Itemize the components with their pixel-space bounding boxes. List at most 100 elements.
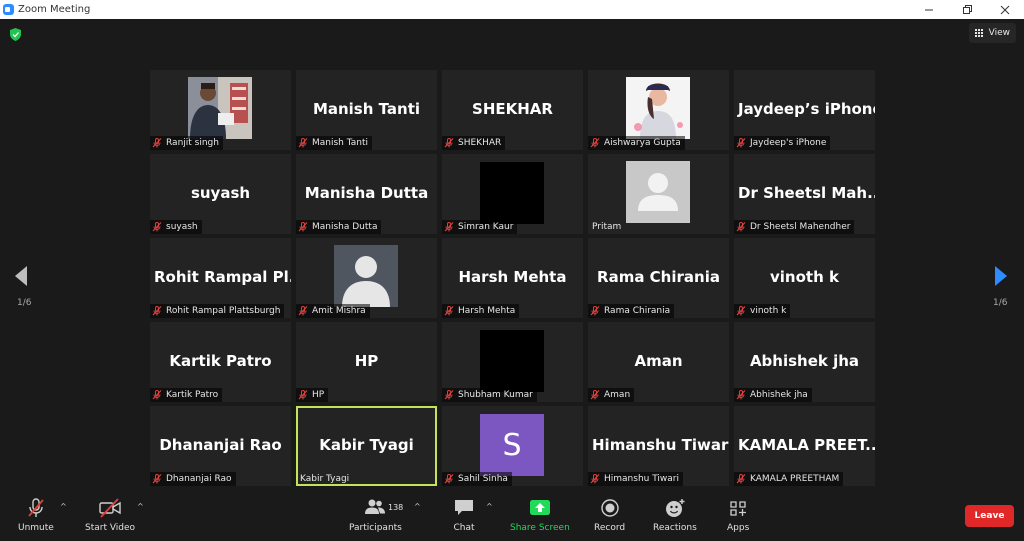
participant-tile[interactable]: Ranjit singh [150,70,291,150]
participant-tile[interactable]: Jaydeep’s iPhone Jaydeep's iPhone [734,70,875,150]
participant-tile[interactable]: SHEKHAR SHEKHAR [442,70,583,150]
participant-display-name: Rohit Rampal Pl... [154,268,291,286]
participant-tile[interactable]: Abhishek jha Abhishek jha [734,322,875,402]
participant-display-name: Kabir Tyagi [319,436,414,454]
window-controls [910,0,1024,19]
chat-button[interactable]: Chat [453,498,475,533]
participant-name-tag: KAMALA PREETHAM [734,472,844,486]
letter-avatar: S [480,414,544,476]
participant-name-tag: Manish Tanti [296,136,372,150]
participant-display-name: Manisha Dutta [304,184,429,202]
participant-name-tag: Harsh Mehta [442,304,520,318]
participant-tile[interactable]: Harsh Mehta Harsh Mehta [442,238,583,318]
previous-page-arrow-icon[interactable] [14,265,28,287]
apps-button[interactable]: Apps [727,498,749,533]
view-label: View [988,28,1010,38]
participant-tile[interactable]: S Sahil Sinha [442,406,583,486]
participant-name: Shubham Kumar [458,390,533,400]
participant-name-tag: Simran Kaur [442,220,518,234]
muted-mic-icon [736,306,746,316]
record-button[interactable]: Record [594,498,625,533]
participant-tile[interactable]: suyash suyash [150,154,291,234]
participant-name-tag: Manisha Dutta [296,220,382,234]
profile-silhouette-icon [334,245,398,307]
muted-mic-icon [444,222,454,232]
participant-tile[interactable]: Pritam [588,154,729,234]
participant-name: SHEKHAR [458,138,502,148]
start-video-label: Start Video [85,523,136,533]
participants-options-caret[interactable]: ^ [414,502,421,511]
minimize-button[interactable] [910,0,948,19]
start-video-button[interactable]: Start Video [85,498,135,533]
muted-mic-icon [736,390,746,400]
participant-tile[interactable]: vinoth k vinoth k [734,238,875,318]
microphone-muted-icon [28,498,44,517]
participants-label: Participants [349,523,402,533]
view-button[interactable]: View [968,23,1016,43]
participant-tile[interactable]: Rohit Rampal Pl... Rohit Rampal Plattsbur… [150,238,291,318]
participant-tile[interactable]: Aishwarya Gupta [588,70,729,150]
participant-tile[interactable]: Kabir Tyagi Kabir Tyagi [296,406,437,486]
participant-name: Abhishek jha [750,390,808,400]
maximize-button[interactable] [948,0,986,19]
participant-name: suyash [166,222,198,232]
video-options-caret[interactable]: ^ [137,502,144,511]
restore-icon [963,4,972,14]
close-icon [1000,5,1010,14]
participant-tile[interactable]: Kartik Patro Kartik Patro [150,322,291,402]
participant-display-name: Manish Tanti [312,100,421,118]
participant-name: Amit Mishra [312,306,366,316]
participant-name-tag: Pritam [588,220,625,234]
share-screen-button[interactable]: Share Screen [510,498,570,533]
participant-name-tag: Abhishek jha [734,388,812,402]
next-page-arrow-icon[interactable] [994,265,1008,287]
muted-mic-icon [444,306,454,316]
reactions-button[interactable]: Reactions [653,498,697,533]
close-button[interactable] [986,0,1024,19]
participant-name-tag: Aishwarya Gupta [588,136,685,150]
audio-options-caret[interactable]: ^ [60,502,67,511]
participant-name: Sahil Sinha [458,474,508,484]
video-off-icon [99,498,121,518]
leave-button[interactable]: Leave [965,505,1014,527]
participant-display-name: SHEKHAR [472,100,553,118]
participant-display-name: Dhananjai Rao [159,436,282,454]
unmute-button[interactable]: Unmute [18,498,54,533]
participant-name: Aishwarya Gupta [604,138,681,148]
participant-tile[interactable]: Manish Tanti Manish Tanti [296,70,437,150]
participant-display-name: Dr Sheetsl Mah... [738,184,875,202]
participant-tile[interactable]: Dr Sheetsl Mah... Dr Sheetsl Mahendher [734,154,875,234]
participant-name: Manisha Dutta [312,222,378,232]
participant-name: Manish Tanti [312,138,368,148]
meeting-toolbar: Unmute ^ Start Video ^ Participants 138 … [0,494,1024,541]
participant-display-name: suyash [190,184,251,202]
participant-name: Dhananjai Rao [166,474,232,484]
muted-mic-icon [152,306,162,316]
chat-options-caret[interactable]: ^ [486,502,493,511]
participant-tile[interactable]: Rama Chirania Rama Chirania [588,238,729,318]
participant-name-tag: Kartik Patro [150,388,223,402]
participant-tile[interactable]: HP HP [296,322,437,402]
participant-name: KAMALA PREETHAM [750,474,840,484]
participant-tile[interactable]: Himanshu Tiwari Himanshu Tiwari [588,406,729,486]
participant-name-tag: Himanshu Tiwari [588,472,684,486]
participant-tile[interactable]: Shubham Kumar [442,322,583,402]
participant-name: Rama Chirania [604,306,671,316]
participant-tile[interactable]: Manisha Dutta Manisha Dutta [296,154,437,234]
window-title: Zoom Meeting [18,4,91,15]
page-indicator-left: 1/6 [17,298,32,308]
participant-name: Kabir Tyagi [300,474,350,484]
participant-name-tag: Aman [588,388,635,402]
muted-mic-icon [152,474,162,484]
participant-tile[interactable]: Simran Kaur [442,154,583,234]
muted-mic-icon [152,222,162,232]
participant-name: Himanshu Tiwari [604,474,680,484]
participant-tile[interactable]: Amit Mishra [296,238,437,318]
encryption-shield-icon[interactable] [10,28,21,41]
participant-name: Rohit Rampal Plattsburgh [166,306,281,316]
participant-tile[interactable]: Aman Aman [588,322,729,402]
participant-name: Harsh Mehta [458,306,516,316]
record-icon [600,499,619,517]
participant-tile[interactable]: Dhananjai Rao Dhananjai Rao [150,406,291,486]
participant-tile[interactable]: KAMALA PREET... KAMALA PREETHAM [734,406,875,486]
